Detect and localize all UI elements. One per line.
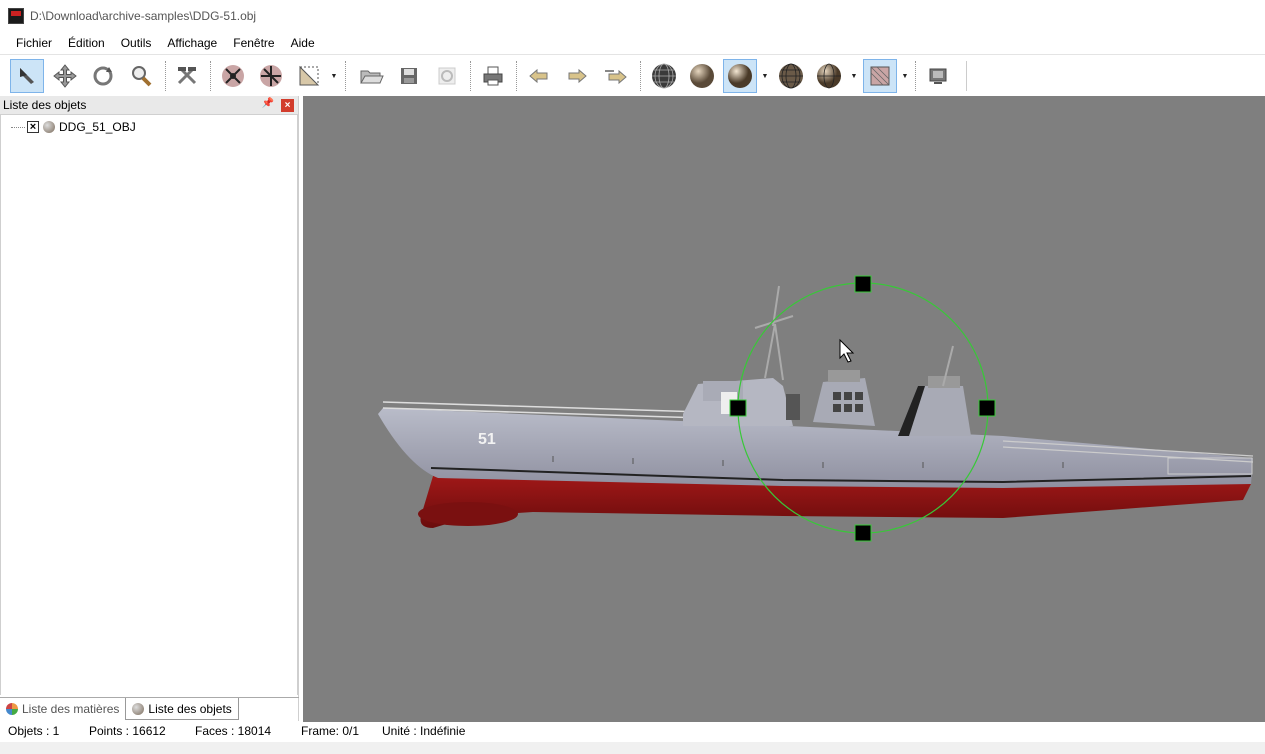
flat-sphere-icon[interactable] [685,59,719,93]
toolbar-separator [470,61,471,91]
move-icon[interactable] [48,59,82,93]
status-faces: Faces : 18014 [195,724,272,738]
menu-affichage[interactable]: Affichage [159,32,225,54]
ship-hull-number: 51 [478,431,496,448]
tab-materials[interactable]: Liste des matières [0,698,125,720]
smooth-sphere-icon[interactable] [723,59,757,93]
points-edit-icon[interactable] [216,59,250,93]
zoom-icon[interactable] [124,59,158,93]
status-frame: Frame: 0/1 [301,724,360,738]
toolbar: ▼ ▼ ▼ ▼ [0,54,1265,96]
menu-aide[interactable]: Aide [283,32,323,54]
mouse-cursor-icon [839,338,855,363]
gizmo-handle-bottom[interactable] [854,524,872,542]
select-arrow-icon[interactable] [10,59,44,93]
window-title: D:\Download\archive-samples\DDG-51.obj [30,9,257,23]
print-icon[interactable] [476,59,510,93]
viewport-canvas[interactable]: 51 [303,96,1265,722]
display-dropdown-icon[interactable]: ▼ [850,61,858,91]
texture-dropdown-icon[interactable]: ▼ [901,61,909,91]
faces-edit-icon[interactable] [254,59,288,93]
ship-mast [754,285,794,381]
toolbar-separator [345,61,346,91]
ship-door [786,394,800,420]
ship-model[interactable]: 51 [378,285,1254,528]
visibility-checkbox[interactable]: × [27,121,39,133]
status-bar: Objets : 1 Points : 16612 Faces : 18014 … [0,722,1265,742]
repeat-arrow-icon[interactable] [598,59,632,93]
shading-dropdown-icon[interactable]: ▼ [761,61,769,91]
tree-item[interactable]: × DDG_51_OBJ [11,120,136,134]
redo-arrow-icon[interactable] [560,59,594,93]
tree-item-label[interactable]: DDG_51_OBJ [59,120,136,134]
panel-header: Liste des objets 📌 × [0,96,298,115]
status-unit: Unité : Indéfinie [382,724,466,738]
wireframe-sphere-icon[interactable] [647,59,681,93]
title-bar: D:\Download\archive-samples\DDG-51.obj [0,0,1265,32]
tab-objects-label: Liste des objets [148,701,232,716]
uv-edit-icon[interactable] [292,59,326,93]
undo-arrow-icon[interactable] [522,59,556,93]
toolbar-separator [516,61,517,91]
menu-edition[interactable]: Édition [60,32,113,54]
tree-connector [11,126,25,128]
gizmo-handle-left[interactable] [729,399,747,417]
object-list-panel: Liste des objets 📌 × × DDG_51_OBJ Liste … [0,96,299,721]
half-shaded-sphere-icon[interactable] [812,59,846,93]
toolbar-separator [915,61,916,91]
save-disk-icon[interactable] [392,59,426,93]
tools-hammer-icon[interactable] [170,59,204,93]
monitor-icon[interactable] [922,59,956,93]
materials-icon [6,703,18,715]
wire-shaded-sphere-icon[interactable] [774,59,808,93]
ship-stack-mid [813,378,875,426]
window-bottom-border [0,742,1265,754]
menu-fichier[interactable]: Fichier [8,32,60,54]
ship-stack-vent [828,370,860,382]
3d-viewport[interactable]: 51 [303,96,1265,722]
object-sphere-icon [43,121,55,133]
menu-bar: Fichier Édition Outils Affichage Fenêtre… [0,32,1265,54]
panel-title: Liste des objets [3,98,87,112]
close-icon[interactable]: × [281,99,294,112]
menu-outils[interactable]: Outils [113,32,160,54]
ship-bow-bulb [418,502,518,526]
toolbar-separator [640,61,641,91]
render-icon[interactable] [430,59,464,93]
toolbar-separator [966,61,967,91]
objects-icon [132,702,145,715]
toolbar-separator [165,61,166,91]
toolbar-separator [210,61,211,91]
app-logo-icon [8,8,24,24]
tab-materials-label: Liste des matières [22,702,120,716]
gizmo-handle-top[interactable] [854,275,872,293]
open-folder-icon[interactable] [354,59,388,93]
pin-icon[interactable]: 📌 [262,98,274,109]
uv-dropdown-icon[interactable]: ▼ [330,61,338,91]
menu-fenetre[interactable]: Fenêtre [225,32,282,54]
status-objects: Objets : 1 [8,724,60,738]
panel-tabs: Liste des matières Liste des objets [0,697,299,721]
gizmo-handle-right[interactable] [978,399,996,417]
rotate-icon[interactable] [86,59,120,93]
texture-map-icon[interactable] [863,59,897,93]
tab-objects[interactable]: Liste des objets [125,698,239,720]
object-tree: × DDG_51_OBJ [0,115,298,695]
status-points: Points : 16612 [89,724,166,738]
